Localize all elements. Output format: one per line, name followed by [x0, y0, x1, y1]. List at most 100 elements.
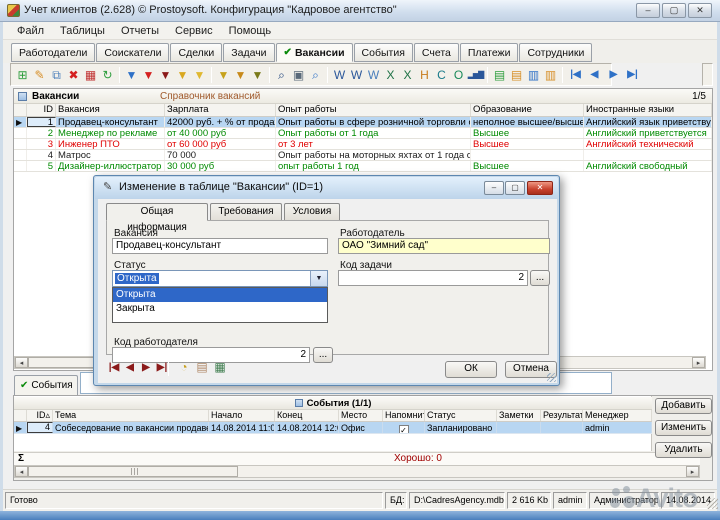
cell-languages[interactable]: Английский технический — [584, 139, 712, 149]
filter-by-selection-icon[interactable]: ▼ — [174, 65, 191, 85]
export-excel-icon[interactable]: X — [382, 65, 399, 85]
cell-education[interactable] — [471, 150, 584, 160]
attachments-icon[interactable]: ▤ — [194, 360, 210, 374]
first-record-icon[interactable]: |◀ — [106, 362, 122, 373]
tab-staff[interactable]: Сотрудники — [519, 43, 592, 62]
refresh-icon[interactable]: ↻ — [99, 65, 116, 85]
vacancy-field[interactable]: Продавец-консультант — [112, 238, 328, 254]
tab-vacancies[interactable]: ✔ Вакансии — [276, 43, 353, 62]
prev-record-icon[interactable]: ◀ — [585, 65, 604, 85]
cell-id[interactable]: 1 — [27, 117, 56, 127]
events-hscrollbar[interactable]: ◂ ▸ — [14, 465, 700, 478]
task-code-browse-button[interactable]: ... — [530, 270, 550, 286]
dialog-minimize-button[interactable]: – — [484, 181, 504, 195]
table-row[interactable]: 2 Менеджер по рекламе от 40 000 руб Опыт… — [14, 128, 712, 139]
dropdown-option-closed[interactable]: Закрыта — [113, 302, 327, 316]
cell-end[interactable]: 14.08.2014 12:00 — [275, 422, 339, 433]
tab-events[interactable]: События — [354, 43, 413, 62]
cell-experience[interactable]: Опыт работы на моторных яхтах от 1 года … — [276, 150, 471, 160]
image-icon[interactable]: ▦ — [212, 360, 228, 374]
cell-languages[interactable]: Английский свободный — [584, 161, 712, 171]
export-writer-icon[interactable]: O — [450, 65, 467, 85]
maximize-button[interactable]: ▢ — [662, 3, 686, 18]
delete-table-record-icon[interactable]: ▦ — [82, 65, 99, 85]
table-row[interactable]: 4 Матрос 70 000 Опыт работы на моторных … — [14, 150, 712, 161]
cell-notes[interactable] — [497, 422, 541, 433]
filter-icon[interactable]: ▼ — [123, 65, 140, 85]
col-manager[interactable]: Менеджер — [583, 410, 652, 421]
cell-salary[interactable]: от 60 000 руб — [165, 139, 276, 149]
cell-languages[interactable]: Английский приветствуется — [584, 128, 712, 138]
next-record-icon[interactable]: ▶ — [604, 65, 623, 85]
scrollbar-track[interactable] — [238, 466, 686, 477]
export-excel-template-icon[interactable]: X — [399, 65, 416, 85]
filter-exclude-icon[interactable]: ▼ — [157, 65, 174, 85]
cell-experience[interactable]: от 3 лет — [276, 139, 471, 149]
cell-experience[interactable]: Опыт работы в сфере розничной торговли о… — [276, 117, 471, 127]
col-id[interactable]: ID — [27, 104, 56, 116]
scroll-right-icon[interactable]: ▸ — [686, 466, 699, 477]
notes-icon[interactable]: ▤ — [491, 65, 508, 85]
edit-event-button[interactable]: Изменить — [655, 420, 712, 436]
edit-record-icon[interactable]: ✎ — [31, 65, 48, 85]
col-languages[interactable]: Иностранные языки — [584, 104, 712, 116]
col-salary[interactable]: Зарплата — [165, 104, 276, 116]
cell-education[interactable]: Высшее — [471, 139, 584, 149]
print-icon[interactable]: ▣ — [290, 65, 307, 85]
copy-record-icon[interactable]: ⧉ — [48, 65, 65, 85]
menu-file[interactable]: Файл — [9, 24, 52, 38]
row-selector[interactable]: ▶ — [14, 422, 27, 433]
cell-start[interactable]: 14.08.2014 11:00 — [209, 422, 275, 433]
cell-status[interactable]: Запланировано — [425, 422, 497, 433]
remind-checkbox[interactable]: ✓ — [399, 425, 409, 433]
col-id[interactable]: ID▵ — [27, 410, 53, 421]
preview-icon[interactable]: ⌕ — [307, 65, 324, 85]
row-selector[interactable]: ▶ — [14, 117, 27, 127]
menu-tables[interactable]: Таблицы — [52, 24, 113, 38]
cell-education[interactable]: Высшее — [471, 161, 584, 171]
export-calc-icon[interactable]: C — [433, 65, 450, 85]
cell-remind[interactable]: ✓ — [383, 422, 425, 433]
cell-result[interactable] — [541, 422, 583, 433]
col-vacancy[interactable]: Вакансия — [56, 104, 165, 116]
col-status[interactable]: Статус — [425, 410, 497, 421]
col-start[interactable]: Начало — [209, 410, 275, 421]
cell-salary[interactable]: 42000 руб. + % от продаж — [165, 117, 276, 127]
cell-education[interactable]: неполное высшее/высшее — [471, 117, 584, 127]
table-view-icon[interactable]: ▥ — [542, 65, 559, 85]
export-html-icon[interactable]: H — [416, 65, 433, 85]
col-theme[interactable]: Тема — [53, 410, 209, 421]
row-selector[interactable] — [14, 139, 27, 149]
status-combobox[interactable]: Открыта ▼ — [112, 270, 328, 287]
cell-salary[interactable]: 70 000 — [165, 150, 276, 160]
filter-edit-icon[interactable]: ▼ — [232, 65, 249, 85]
filter-remove-icon[interactable]: ▼ — [140, 65, 157, 85]
col-notes[interactable]: Заметки — [497, 410, 541, 421]
table-row[interactable]: 5 Дизайнер-иллюстратор 30 000 руб опыт р… — [14, 161, 712, 172]
tab-invoices[interactable]: Счета — [414, 43, 459, 62]
next-record-icon[interactable]: ▶ — [138, 362, 154, 373]
dialog-close-button[interactable]: ✕ — [527, 181, 553, 195]
filter-apply-icon[interactable]: ▼ — [191, 65, 208, 85]
close-button[interactable]: ✕ — [688, 3, 712, 18]
menu-reports[interactable]: Отчеты — [113, 24, 167, 38]
tab-payments[interactable]: Платежи — [460, 43, 519, 62]
events-subtab[interactable]: ✔ События — [14, 375, 78, 395]
cell-id[interactable]: 4 — [27, 422, 53, 433]
event-row[interactable]: ▶ 4 Собеседование по вакансии продавец 1… — [14, 422, 652, 434]
chart-icon[interactable]: ▂▅▇ — [467, 65, 484, 85]
dialog-tab-conditions[interactable]: Условия — [284, 203, 340, 221]
first-record-icon[interactable]: |◀ — [566, 65, 585, 85]
export-word-merge-icon[interactable]: W — [365, 65, 382, 85]
scroll-left-icon[interactable]: ◂ — [15, 357, 28, 368]
delete-record-icon[interactable]: ✖ — [65, 65, 82, 85]
chevron-down-icon[interactable]: ▼ — [310, 271, 327, 286]
last-record-icon[interactable]: ▶| — [623, 65, 642, 85]
resize-grip[interactable] — [707, 498, 718, 509]
row-selector[interactable] — [14, 161, 27, 171]
cell-experience[interactable]: опыт работы 1 год — [276, 161, 471, 171]
menu-help[interactable]: Помощь — [221, 24, 280, 38]
table-row[interactable]: 3 Инженер ПТО от 60 000 руб от 3 лет Выс… — [14, 139, 712, 150]
cell-theme[interactable]: Собеседование по вакансии продавец — [53, 422, 209, 433]
export-word-icon[interactable]: W — [331, 65, 348, 85]
